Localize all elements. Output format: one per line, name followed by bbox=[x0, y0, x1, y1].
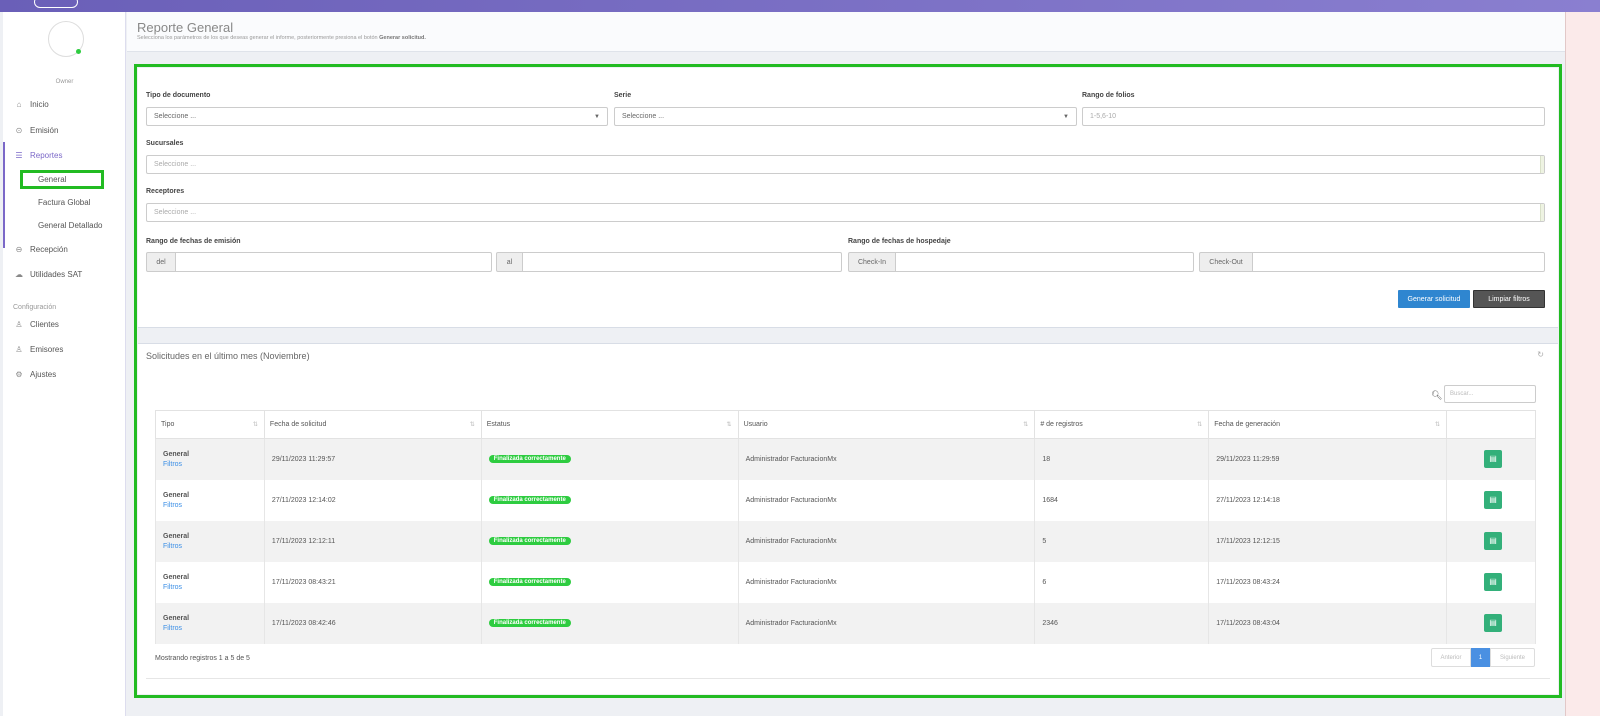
window-edge bbox=[1565, 12, 1600, 716]
home-icon: ⌂ bbox=[16, 99, 22, 109]
sidebar-item-recepcion[interactable]: ⊖ Recepción bbox=[3, 241, 126, 257]
list-icon: ☰ bbox=[15, 150, 23, 160]
subtitle-text: Selecciona los parámetros de los que des… bbox=[137, 35, 378, 41]
page-header: Reporte General Selecciona los parámetro… bbox=[127, 12, 1565, 52]
sidebar-item-emision[interactable]: ⊙ Emisión bbox=[3, 122, 126, 138]
gear-icon: ⚙ bbox=[15, 369, 23, 379]
sidebar-item-ajustes[interactable]: ⚙ Ajustes bbox=[3, 366, 126, 382]
sidebar-item-emisores[interactable]: ♙ Emisores bbox=[3, 341, 126, 357]
sidebar-item-label: Clientes bbox=[30, 319, 59, 329]
sidebar-item-label: Emisores bbox=[30, 344, 64, 354]
sidebar-item-label: Inicio bbox=[30, 99, 49, 109]
section-label-configuracion: Configuración bbox=[13, 304, 57, 311]
page-subtitle: Selecciona los parámetros de los que des… bbox=[137, 35, 426, 41]
subtitle-bold: Generar solicitud. bbox=[379, 35, 426, 41]
sidebar-item-reportes[interactable]: ☰ Reportes bbox=[3, 147, 126, 163]
sidebar-item-utilidades-sat[interactable]: ☁ Utilidades SAT bbox=[3, 266, 126, 282]
brand-logo[interactable] bbox=[34, 0, 78, 8]
sidebar-item-inicio[interactable]: ⌂ Inicio bbox=[3, 96, 126, 112]
circle-arrow-left-icon: ⊖ bbox=[15, 244, 23, 254]
sidebar-subitem-factura-global[interactable]: Factura Global bbox=[38, 195, 90, 209]
sidebar-item-clientes[interactable]: ♙ Clientes bbox=[3, 316, 126, 332]
top-bar bbox=[0, 0, 1600, 12]
sidebar-subitem-general-detallado[interactable]: General Detallado bbox=[38, 218, 102, 232]
sidebar-item-label: Utilidades SAT bbox=[30, 269, 83, 279]
page-title: Reporte General bbox=[137, 20, 234, 35]
sidebar-item-label: Ajustes bbox=[30, 369, 57, 379]
avatar[interactable] bbox=[48, 21, 84, 57]
sidebar-item-label: Recepción bbox=[30, 244, 68, 254]
selection-highlight bbox=[134, 64, 1562, 698]
online-status-dot bbox=[76, 49, 81, 54]
sidebar-item-label: Reportes bbox=[30, 150, 63, 160]
cloud-icon: ☁ bbox=[15, 269, 23, 279]
users-icon: ♙ bbox=[15, 319, 23, 329]
user-icon: ♙ bbox=[15, 344, 23, 354]
circle-arrow-icon: ⊙ bbox=[15, 125, 23, 135]
user-role: Owner bbox=[55, 79, 74, 85]
selection-highlight bbox=[20, 170, 104, 189]
sidebar-item-label: Emisión bbox=[30, 125, 59, 135]
sidebar: Owner ⌂ Inicio ⊙ Emisión ☰ Reportes Gene… bbox=[3, 12, 126, 716]
